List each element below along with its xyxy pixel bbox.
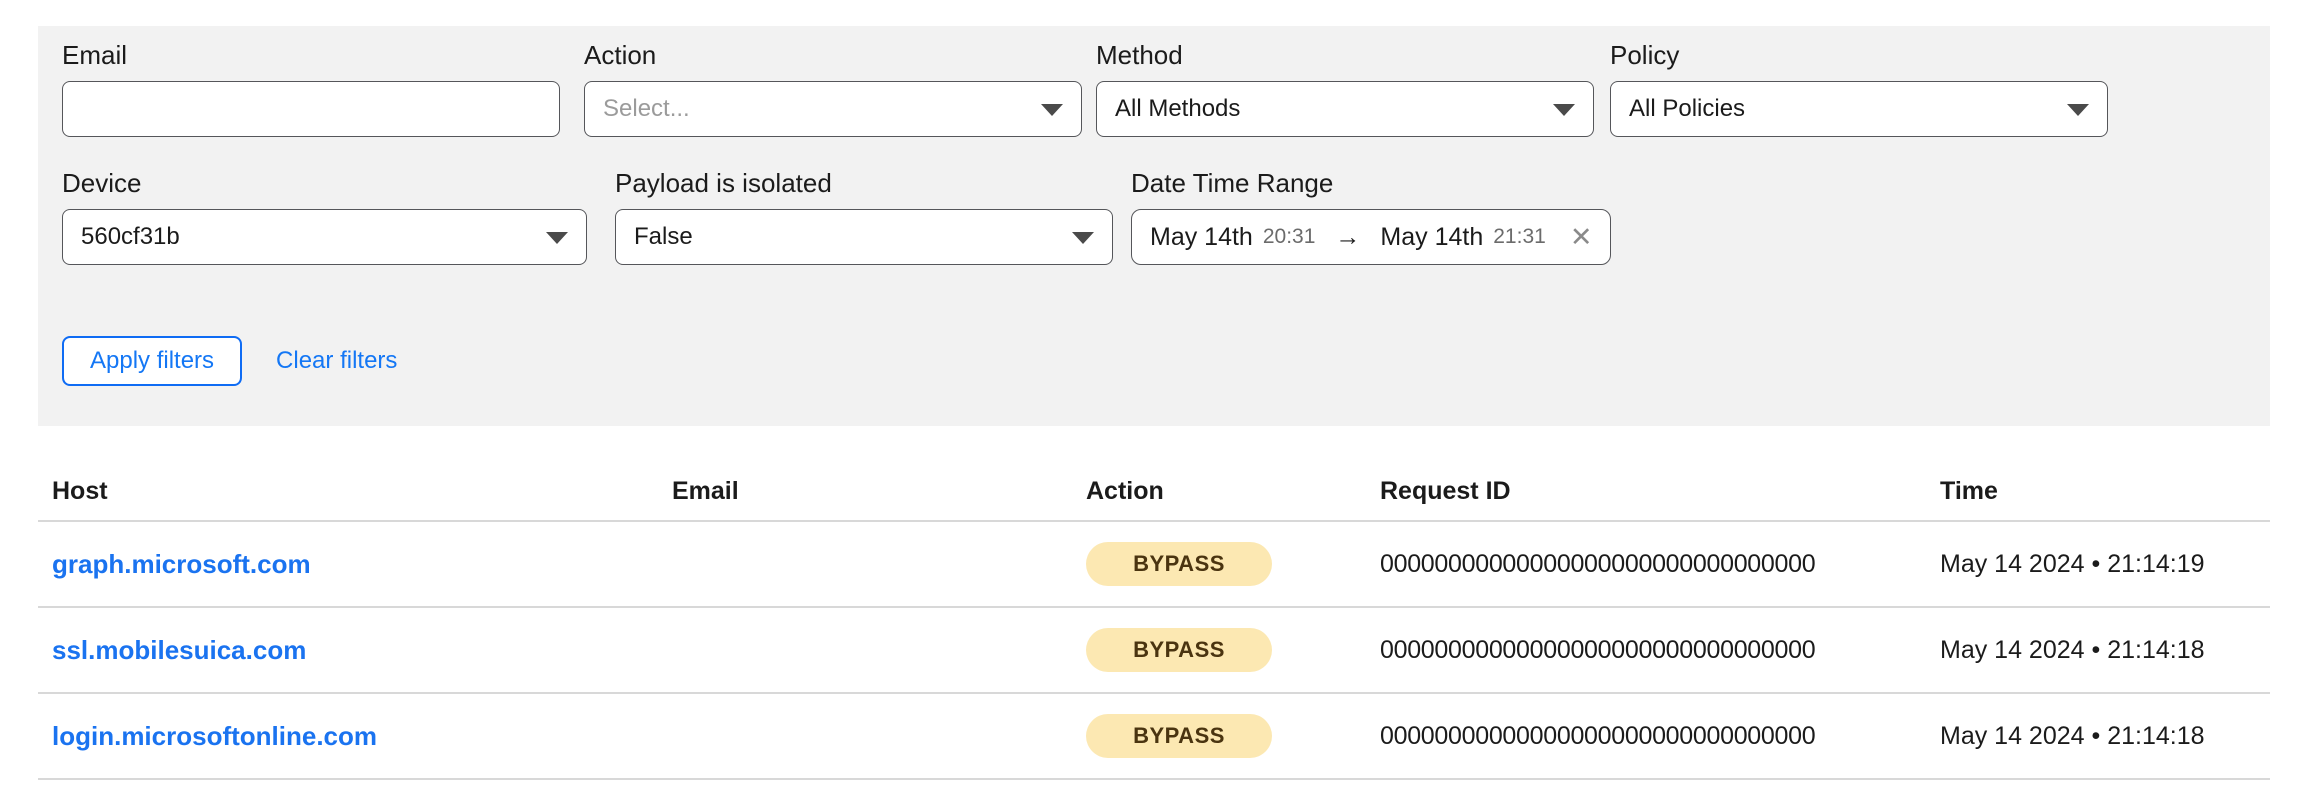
payload-isolated-dropdown[interactable]: False [615,209,1113,265]
filter-field-payload-isolated: Payload is isolated False [615,168,1113,265]
host-link[interactable]: graph.microsoft.com [52,549,311,579]
policy-filter-dropdown[interactable]: All Policies [1610,81,2108,137]
filter-field-date-time-range: Date Time Range May 14th 20:31 → May 14t… [1131,168,1612,265]
policy-filter-label: Policy [1610,40,1680,70]
apply-filters-button[interactable]: Apply filters [62,336,243,386]
date-range-end-time[interactable]: 21:31 [1493,225,1546,249]
filter-field-method: Method All Methods [1096,40,1594,137]
action-filter-placeholder: Select... [603,95,690,122]
cell-time: May 14 2024 • 21:14:19 [1926,550,2270,579]
time-value: May 14 2024 • 21:14:18 [1940,721,2205,750]
filter-row-secondary: Device 560cf31b Payload is isolated Fals… [62,168,1612,265]
action-filter-label: Action [584,40,657,70]
date-range-start-date[interactable]: May 14th [1150,223,1253,252]
cell-time: May 14 2024 • 21:14:18 [1926,636,2270,665]
filter-field-policy: Policy All Policies [1610,40,2108,137]
status-badge: BYPASS [1086,542,1272,586]
action-filter-dropdown[interactable]: Select... [584,81,1082,137]
chevron-down-icon [546,232,568,244]
date-time-range-picker[interactable]: May 14th 20:31 → May 14th 21:31 ✕ [1131,209,1612,265]
filter-panel: Email Action Select... Method All Method… [38,26,2270,426]
chevron-down-icon [1041,104,1063,116]
status-badge: BYPASS [1086,714,1272,758]
device-filter-label: Device [62,168,142,198]
requests-table: Host Email Action Request ID Time graph.… [38,466,2270,780]
cell-request-id: 00000000000000000000000000000000 [1366,722,1926,751]
column-header-time: Time [1940,476,1998,505]
clear-filters-button[interactable]: Clear filters [276,347,397,375]
date-range-start-time[interactable]: 20:31 [1263,225,1316,249]
request-id-value: 00000000000000000000000000000000 [1380,635,1816,664]
table-header-row: Host Email Action Request ID Time [38,466,2270,522]
table-row[interactable]: login.microsoftonline.com BYPASS 0000000… [38,694,2270,780]
close-icon[interactable]: ✕ [1570,223,1593,251]
device-filter-value: 560cf31b [81,223,180,250]
email-filter-label: Email [62,40,128,70]
column-header-action: Action [1086,476,1164,505]
status-badge: BYPASS [1086,628,1272,672]
cell-time: May 14 2024 • 21:14:18 [1926,722,2270,751]
method-filter-value: All Methods [1115,95,1241,122]
method-filter-dropdown[interactable]: All Methods [1096,81,1594,137]
device-filter-dropdown[interactable]: 560cf31b [62,209,587,265]
filter-field-action: Action Select... [584,40,1082,137]
cell-host: login.microsoftonline.com [38,721,658,752]
chevron-down-icon [1072,232,1094,244]
cell-action: BYPASS [1072,714,1366,758]
chevron-down-icon [1553,104,1575,116]
filter-actions: Apply filters Clear filters [62,336,397,386]
time-value: May 14 2024 • 21:14:19 [1940,549,2205,578]
column-header-email: Email [672,476,739,505]
payload-isolated-value: False [634,223,693,250]
cell-action: BYPASS [1072,628,1366,672]
email-filter-input[interactable] [62,81,560,137]
cell-host: ssl.mobilesuica.com [38,635,658,666]
date-range-end-date[interactable]: May 14th [1380,223,1483,252]
date-time-range-label: Date Time Range [1131,168,1334,198]
request-id-value: 00000000000000000000000000000000 [1380,549,1816,578]
filter-field-email: Email [62,40,560,137]
cell-host: graph.microsoft.com [38,549,658,580]
column-header-host: Host [52,476,108,505]
cell-email [658,550,1072,579]
policy-filter-value: All Policies [1629,95,1746,122]
table-row[interactable]: ssl.mobilesuica.com BYPASS 0000000000000… [38,608,2270,694]
chevron-down-icon [2067,104,2089,116]
payload-isolated-filter-label: Payload is isolated [615,168,832,198]
cell-action: BYPASS [1072,542,1366,586]
host-link[interactable]: login.microsoftonline.com [52,721,377,751]
cell-request-id: 00000000000000000000000000000000 [1366,636,1926,665]
table-row[interactable]: graph.microsoft.com BYPASS 0000000000000… [38,522,2270,608]
request-id-value: 00000000000000000000000000000000 [1380,721,1816,750]
time-value: May 14 2024 • 21:14:18 [1940,635,2205,664]
arrow-right-icon: → [1335,222,1361,251]
method-filter-label: Method [1096,40,1183,70]
cell-email [658,636,1072,665]
filter-field-device: Device 560cf31b [62,168,587,265]
filter-row-primary: Email Action Select... Method All Method… [62,40,2108,137]
host-link[interactable]: ssl.mobilesuica.com [52,635,306,665]
cell-request-id: 00000000000000000000000000000000 [1366,550,1926,579]
column-header-request-id: Request ID [1380,476,1511,505]
cell-email [658,722,1072,751]
filtered-requests-page: Email Action Select... Method All Method… [0,0,2308,794]
